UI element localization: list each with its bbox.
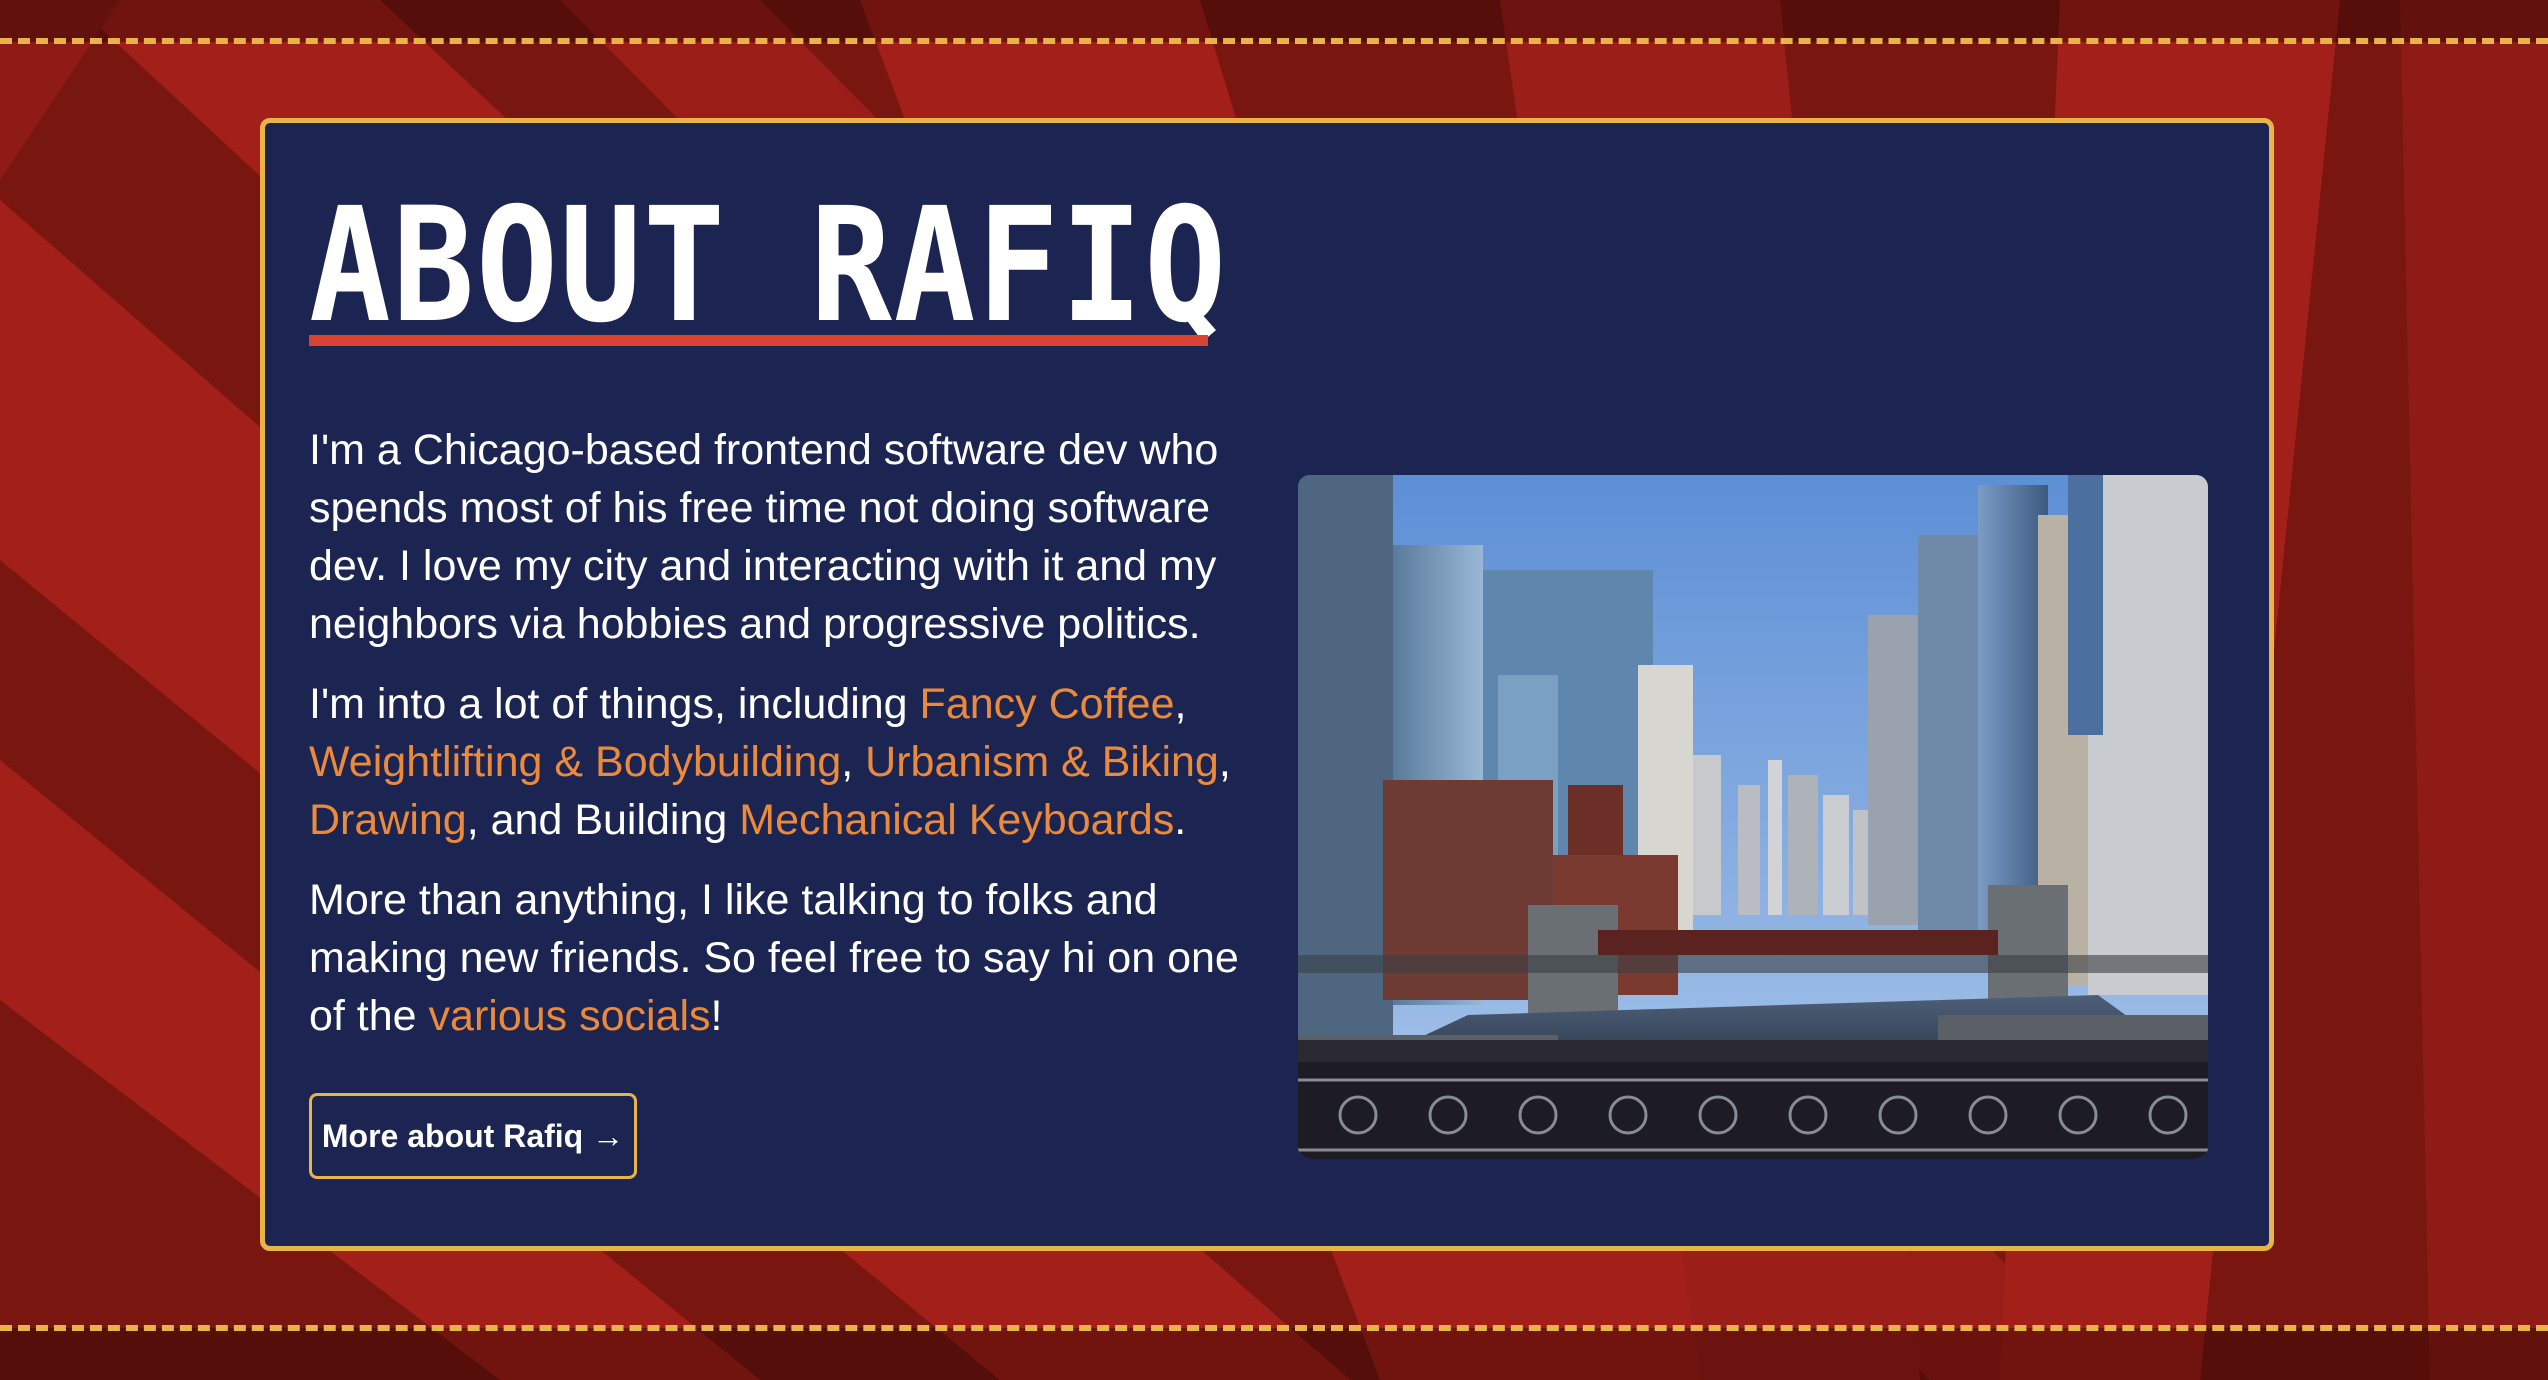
dashed-border-bottom bbox=[0, 1325, 2548, 1331]
interests-end: . bbox=[1174, 796, 1187, 844]
chicago-river-image bbox=[1298, 475, 2208, 1159]
link-fancy-coffee[interactable]: Fancy Coffee bbox=[920, 680, 1175, 728]
interests-connector: , and Building bbox=[466, 796, 740, 844]
dashed-border-top bbox=[0, 38, 2548, 44]
title-underline bbox=[309, 335, 1208, 346]
separator: , bbox=[1174, 680, 1187, 728]
socials-end: ! bbox=[710, 992, 723, 1040]
link-urbanism-biking[interactable]: Urbanism & Biking bbox=[865, 738, 1219, 786]
top-band bbox=[0, 0, 2548, 42]
more-about-button[interactable]: More about Rafiq → bbox=[309, 1093, 637, 1179]
about-card: ABOUT RAFIQ I'm a Chicago-based frontend… bbox=[260, 118, 2274, 1251]
separator: , bbox=[1218, 738, 1231, 786]
about-text: I'm a Chicago-based frontend software de… bbox=[309, 421, 1239, 1067]
intro-paragraph: I'm a Chicago-based frontend software de… bbox=[309, 426, 1219, 648]
interests-paragraph: I'm into a lot of things, including Fanc… bbox=[309, 675, 1239, 849]
link-weightlifting[interactable]: Weightlifting & Bodybuilding bbox=[309, 738, 841, 786]
interests-intro: I'm into a lot of things, including bbox=[309, 680, 920, 728]
link-mechanical-keyboards[interactable]: Mechanical Keyboards bbox=[739, 796, 1174, 844]
about-title: ABOUT RAFIQ bbox=[309, 174, 1228, 358]
separator: , bbox=[841, 738, 854, 786]
socials-paragraph: More than anything, I like talking to fo… bbox=[309, 871, 1239, 1045]
link-drawing[interactable]: Drawing bbox=[309, 796, 467, 844]
chicago-river-photo bbox=[1298, 475, 2208, 1159]
link-various-socials[interactable]: various socials bbox=[429, 992, 711, 1040]
bottom-band bbox=[0, 1328, 2548, 1380]
